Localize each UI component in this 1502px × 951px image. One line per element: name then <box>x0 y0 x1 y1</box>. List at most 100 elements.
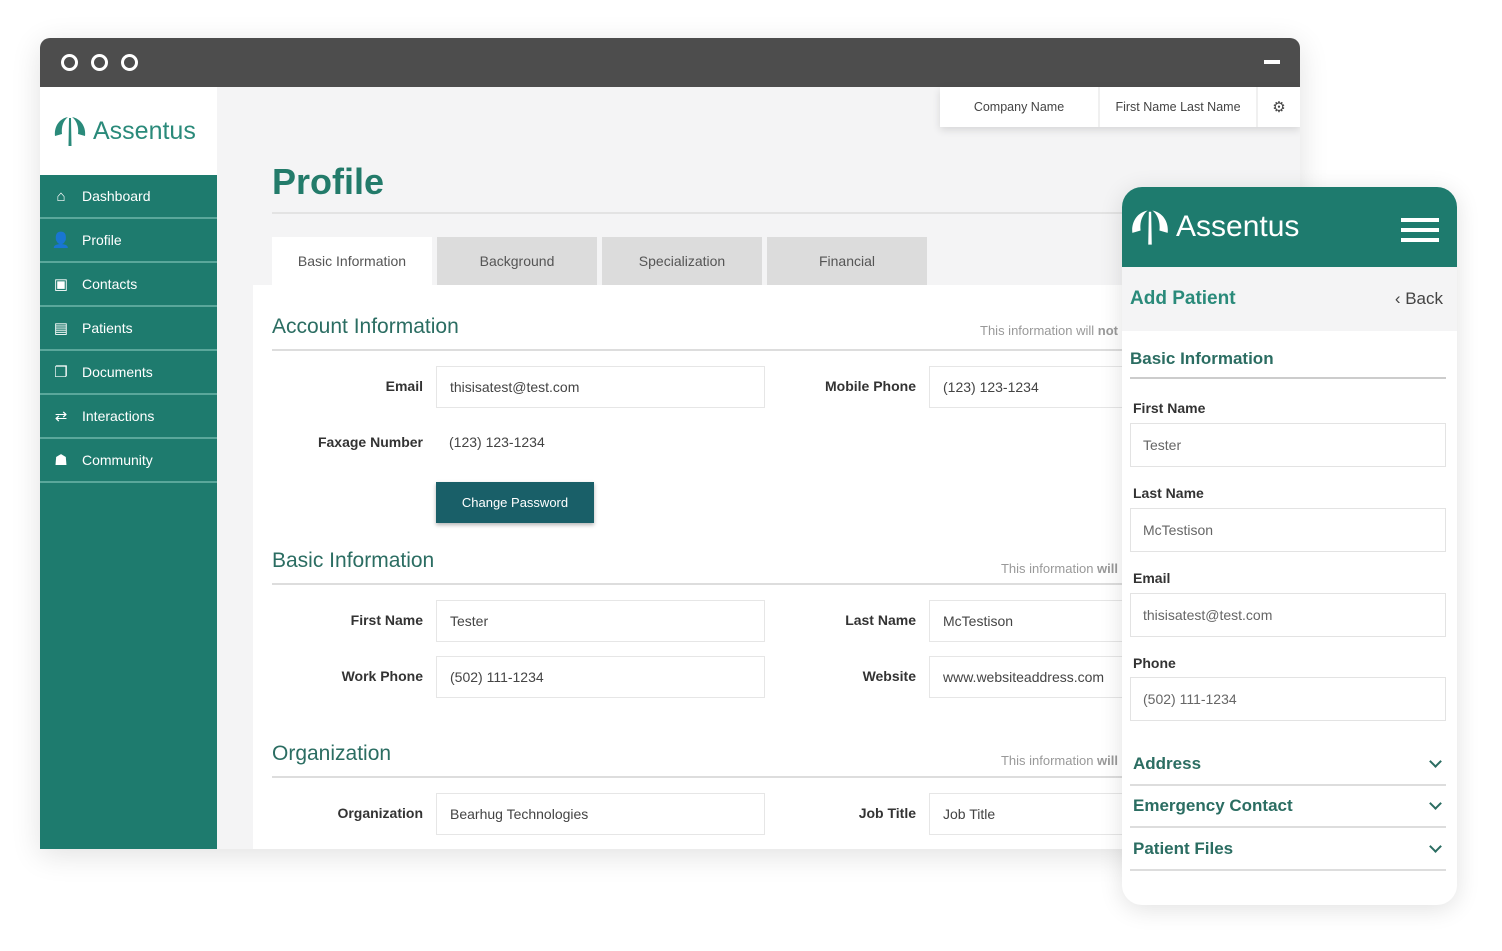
note-bold: will <box>1097 561 1118 576</box>
mobile-phone-label: Mobile Phone <box>825 378 916 394</box>
mobile-section-title: Basic Information <box>1130 349 1274 368</box>
work-phone-label: Work Phone <box>341 668 423 684</box>
mobile-last-name-field[interactable]: McTestison <box>1130 508 1446 552</box>
work-phone-field[interactable]: (502) 111-1234 <box>436 656 765 698</box>
note-text: This information <box>1000 753 1098 768</box>
back-button[interactable]: ‹ Back <box>1395 289 1443 309</box>
mobile-screen: Assentus Add Patient ‹ Back Basic Inform… <box>1122 187 1457 905</box>
accordion-patient-files[interactable]: Patient Files <box>1130 829 1446 871</box>
mobile-phone-label: Phone <box>1133 655 1176 671</box>
mobile-header: Assentus <box>1122 187 1457 267</box>
fax-value: (123) 123-1234 <box>449 434 545 450</box>
last-name-field[interactable]: McTestison <box>929 600 1129 642</box>
organization-label: Organization <box>337 805 423 821</box>
sidebar-item-label: Profile <box>82 232 122 248</box>
note-text: This information <box>1000 561 1098 576</box>
website-label: Website <box>862 668 916 684</box>
logo[interactable]: Assentus <box>40 87 217 175</box>
address-book-icon: ▣ <box>53 276 69 293</box>
fax-label: Faxage Number <box>317 434 423 450</box>
sidebar-item-label: Contacts <box>82 276 138 292</box>
group-icon: ☗ <box>54 452 68 469</box>
last-name-label: Last Name <box>845 612 916 628</box>
divider <box>272 776 1152 778</box>
sidebar-item-profile[interactable]: 👤 Profile <box>40 219 217 263</box>
tab-background[interactable]: Background <box>437 237 597 285</box>
note-text: This information will <box>980 323 1098 338</box>
tab-specialization[interactable]: Specialization <box>602 237 762 285</box>
email-field[interactable]: thisisatest@test.com <box>436 366 765 408</box>
sidebar-item-label: Community <box>82 452 153 468</box>
divider <box>1130 377 1446 379</box>
accordion-label: Patient Files <box>1133 839 1234 858</box>
first-name-field[interactable]: Tester <box>436 600 765 642</box>
page-title: Profile <box>272 161 385 202</box>
chevron-down-icon <box>1429 797 1442 810</box>
sidebar: Assentus ⌂ Dashboard 👤 Profile ▣ Contacts ▤… <box>40 87 217 849</box>
hamburger-menu-icon[interactable] <box>1401 218 1439 242</box>
documents-icon: ❐ <box>54 364 68 381</box>
sidebar-item-label: Interactions <box>82 408 155 424</box>
accordion-label: Address <box>1133 754 1202 773</box>
exchange-icon: ⇄ <box>54 408 68 425</box>
tab-basic-information[interactable]: Basic Information <box>272 237 432 285</box>
company-name-button[interactable]: Company Name <box>940 87 1100 127</box>
sidebar-item-label: Dashboard <box>82 188 151 204</box>
window-minimize-button[interactable] <box>91 54 108 71</box>
sidebar-item-documents[interactable]: ❐ Documents <box>40 351 217 395</box>
mobile-email-field[interactable]: thisisatest@test.com <box>1130 593 1446 637</box>
section-title-organization: Organization <box>272 742 392 765</box>
change-password-button[interactable]: Change Password <box>436 482 594 523</box>
tab-financial[interactable]: Financial <box>767 237 927 285</box>
mobile-logo-text: Assentus <box>1176 210 1300 243</box>
mobile-email-label: Email <box>1133 570 1171 586</box>
sidebar-item-community[interactable]: ☗ Community <box>40 439 217 483</box>
chevron-down-icon <box>1429 755 1442 768</box>
sidebar-item-label: Documents <box>82 364 153 380</box>
minimize-icon[interactable] <box>1264 60 1280 64</box>
sidebar-item-patients[interactable]: ▤ Patients <box>40 307 217 351</box>
accordion-label: Emergency Contact <box>1133 796 1293 815</box>
user-icon: 👤 <box>51 232 71 249</box>
first-name-label: First Name <box>350 612 423 628</box>
mobile-page-title: Add Patient <box>1130 288 1236 309</box>
section-title-account: Account Information <box>272 315 459 338</box>
mobile-first-name-label: First Name <box>1133 400 1206 416</box>
section-note: This information will <box>1001 561 1118 576</box>
section-note: This information will <box>1001 753 1118 768</box>
window-close-button[interactable] <box>61 54 78 71</box>
desktop-window: Assentus ⌂ Dashboard 👤 Profile ▣ Contacts ▤… <box>40 38 1300 849</box>
top-bar: Company Name First Name Last Name ⚙ <box>940 87 1300 127</box>
mobile-first-name-field[interactable]: Tester <box>1130 423 1446 467</box>
chevron-left-icon: ‹ <box>1394 289 1406 308</box>
divider <box>272 349 1152 351</box>
organization-field[interactable]: Bearhug Technologies <box>436 793 765 835</box>
divider <box>272 212 1152 214</box>
website-field[interactable]: www.websiteaddress.com <box>929 656 1129 698</box>
title-bar <box>40 38 1300 87</box>
section-note: This information will not <box>980 323 1118 338</box>
user-name-button[interactable]: First Name Last Name <box>1100 87 1258 127</box>
sidebar-item-dashboard[interactable]: ⌂ Dashboard <box>40 175 217 219</box>
note-bold: will <box>1097 753 1118 768</box>
divider <box>272 583 1152 585</box>
mobile-phone-field[interactable]: (502) 111-1234 <box>1130 677 1446 721</box>
back-label: Back <box>1405 289 1443 308</box>
accordion-address[interactable]: Address <box>1130 744 1446 786</box>
job-title-field[interactable]: Job Title <box>929 793 1129 835</box>
mobile-phone-field[interactable]: (123) 123-1234 <box>929 366 1129 408</box>
email-label: Email <box>385 378 423 394</box>
mobile-last-name-label: Last Name <box>1133 485 1204 501</box>
profile-tabs: Basic Information Background Specializat… <box>272 237 927 285</box>
accordion-emergency-contact[interactable]: Emergency Contact <box>1130 786 1446 828</box>
assentus-logo-icon <box>54 117 86 146</box>
home-icon: ⌂ <box>56 187 66 205</box>
chevron-down-icon <box>1429 840 1442 853</box>
note-bold: not <box>1097 323 1118 338</box>
mobile-title-bar: Add Patient ‹ Back <box>1122 267 1457 331</box>
section-title-basic: Basic Information <box>272 549 435 572</box>
sidebar-item-contacts[interactable]: ▣ Contacts <box>40 263 217 307</box>
window-maximize-button[interactable] <box>121 54 138 71</box>
gear-icon[interactable]: ⚙ <box>1258 87 1300 127</box>
sidebar-item-interactions[interactable]: ⇄ Interactions <box>40 395 217 439</box>
